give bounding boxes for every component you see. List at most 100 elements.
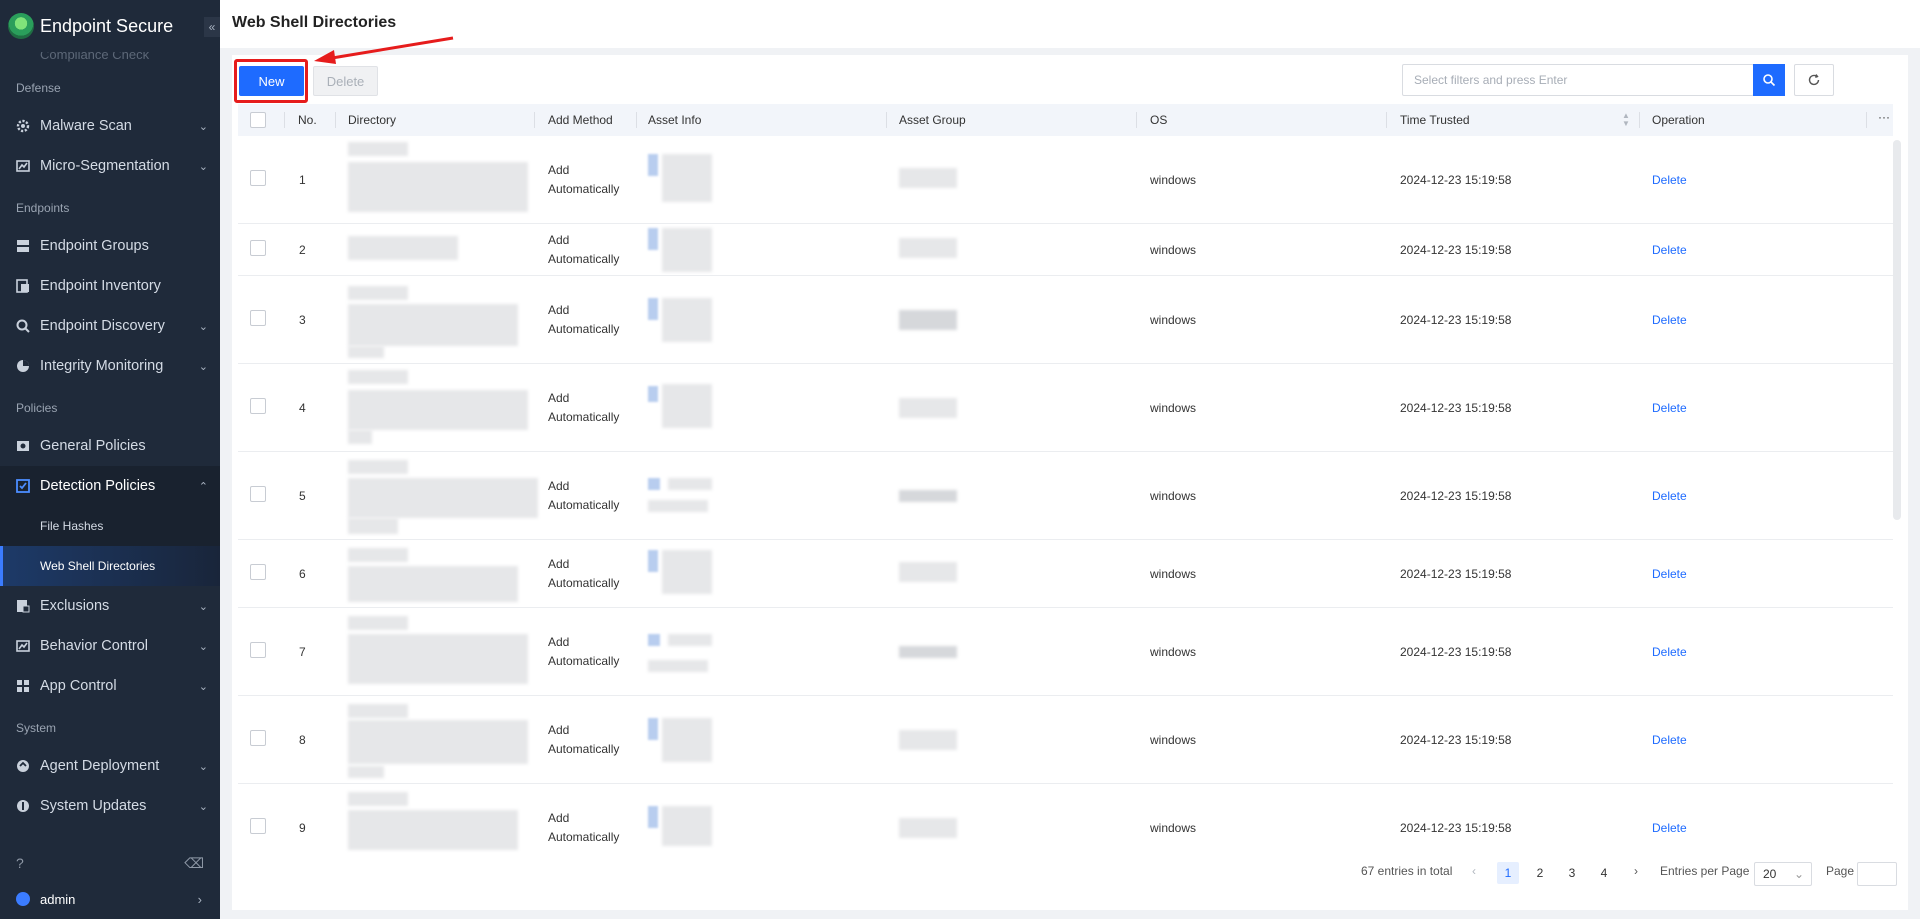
sort-icon[interactable]: ▲ ▼ [1622, 112, 1630, 128]
sidebar-item-app-control[interactable]: App Control ⌄ [0, 666, 220, 706]
sidebar-item-detection-policies[interactable]: Detection Policies ⌃ [0, 466, 220, 506]
page-4[interactable]: 4 [1593, 862, 1615, 884]
row-number: 5 [299, 489, 306, 503]
table-row: 2 Add Automatically windows 2024-12-23 1… [238, 224, 1893, 276]
refresh-icon [1808, 74, 1820, 86]
brand-logo-icon [8, 13, 34, 39]
sidebar: Endpoint Secure « Compliance Check Defen… [0, 0, 220, 919]
select-all-checkbox[interactable] [250, 112, 266, 128]
row-delete-link[interactable]: Delete [1652, 173, 1687, 187]
sidebar-item-compliance-check[interactable]: Compliance Check [0, 52, 220, 66]
row-number: 2 [299, 243, 306, 257]
row-checkbox[interactable] [250, 818, 266, 834]
new-button[interactable]: New [239, 66, 304, 96]
sidebar-item-label: Endpoint Groups [40, 238, 149, 254]
column-settings-icon[interactable]: ··· [1878, 110, 1890, 124]
chevron-down-icon: ⌄ [198, 361, 208, 373]
user-menu[interactable]: admin › [0, 879, 220, 919]
row-checkbox[interactable] [250, 564, 266, 580]
row-number: 9 [299, 821, 306, 835]
chevron-up-icon: ⌃ [198, 481, 208, 493]
app-icon [14, 677, 32, 695]
sidebar-item-endpoint-groups[interactable]: Endpoint Groups [0, 226, 220, 266]
group-label-system: System [16, 721, 57, 735]
chevron-down-icon: ⌄ [198, 601, 208, 613]
sidebar-subitem-web-shell-directories[interactable]: Web Shell Directories [0, 546, 220, 586]
annotation-arrow [314, 36, 454, 64]
row-checkbox[interactable] [250, 310, 266, 326]
sidebar-item-label: App Control [40, 678, 117, 694]
row-checkbox[interactable] [250, 730, 266, 746]
table-row: 8 Add Automatically windows 2024-12-23 1… [238, 696, 1893, 784]
sidebar-item-micro-segmentation[interactable]: Micro-Segmentation ⌄ [0, 146, 220, 186]
prev-page-button[interactable]: ‹ [1472, 864, 1476, 878]
table-row: 3 Add Automatically windows 2024-12-23 1… [238, 276, 1893, 364]
next-page-button[interactable]: › [1634, 864, 1638, 878]
sidebar-item-malware-scan[interactable]: Malware Scan ⌄ [0, 106, 220, 146]
table-scrollbar[interactable] [1893, 140, 1901, 520]
avatar [16, 892, 30, 906]
help-icon[interactable]: ? [16, 855, 24, 871]
sidebar-subitem-file-hashes[interactable]: File Hashes [0, 506, 220, 546]
row-delete-link[interactable]: Delete [1652, 243, 1687, 257]
page-2[interactable]: 2 [1529, 862, 1551, 884]
time-trusted: 2024-12-23 15:19:58 [1400, 243, 1512, 257]
row-delete-link[interactable]: Delete [1652, 401, 1687, 415]
segment-icon [14, 157, 32, 175]
brand: Endpoint Secure « [0, 0, 220, 52]
row-number: 3 [299, 313, 306, 327]
refresh-button[interactable] [1794, 64, 1834, 96]
column-header-time-trusted[interactable]: Time Trusted [1400, 113, 1470, 127]
row-checkbox[interactable] [250, 398, 266, 414]
search-button[interactable] [1753, 64, 1785, 96]
row-checkbox[interactable] [250, 240, 266, 256]
add-method: Add [548, 811, 570, 825]
page-1[interactable]: 1 [1497, 862, 1519, 884]
row-number: 7 [299, 645, 306, 659]
row-delete-link[interactable]: Delete [1652, 489, 1687, 503]
sidebar-item-endpoint-inventory[interactable]: Endpoint Inventory [0, 266, 220, 306]
sidebar-item-label: General Policies [40, 438, 146, 454]
row-checkbox[interactable] [250, 642, 266, 658]
column-header-asset-info: Asset Info [648, 113, 702, 127]
time-trusted: 2024-12-23 15:19:58 [1400, 821, 1512, 835]
row-checkbox[interactable] [250, 170, 266, 186]
delete-button[interactable]: Delete [313, 66, 378, 96]
add-method: Add [548, 233, 570, 247]
sidebar-item-integrity-monitoring[interactable]: Integrity Monitoring ⌄ [0, 346, 220, 386]
clear-icon[interactable]: ⌫ [184, 855, 204, 872]
row-number: 6 [299, 567, 306, 581]
sidebar-item-behavior-control[interactable]: Behavior Control ⌄ [0, 626, 220, 666]
search-input[interactable]: Select filters and press Enter [1402, 64, 1754, 96]
sidebar-item-label: Exclusions [40, 598, 110, 614]
sidebar-item-endpoint-discovery[interactable]: Endpoint Discovery ⌄ [0, 306, 220, 346]
row-delete-link[interactable]: Delete [1652, 313, 1687, 327]
os-value: windows [1150, 733, 1197, 747]
sidebar-item-system-updates[interactable]: System Updates ⌄ [0, 786, 220, 826]
column-separator [335, 112, 336, 128]
column-header-add-method: Add Method [548, 113, 613, 127]
row-delete-link[interactable]: Delete [1652, 821, 1687, 835]
per-page-select[interactable]: 20 ⌄ [1754, 862, 1812, 886]
policy-icon [14, 437, 32, 455]
add-method: Add [548, 635, 570, 649]
row-checkbox[interactable] [250, 486, 266, 502]
sidebar-item-exclusions[interactable]: Exclusions ⌄ [0, 586, 220, 626]
page-3[interactable]: 3 [1561, 862, 1583, 884]
update-icon [14, 797, 32, 815]
row-delete-link[interactable]: Delete [1652, 645, 1687, 659]
row-delete-link[interactable]: Delete [1652, 567, 1687, 581]
sidebar-item-agent-deployment[interactable]: Agent Deployment ⌄ [0, 746, 220, 786]
page-jump-input[interactable] [1857, 862, 1897, 886]
row-delete-link[interactable]: Delete [1652, 733, 1687, 747]
groups-icon [14, 237, 32, 255]
chevron-down-icon: ⌄ [198, 161, 208, 173]
column-separator [1639, 112, 1640, 128]
table-row: 6 Add Automatically windows 2024-12-23 1… [238, 540, 1893, 608]
chevron-down-icon: ⌄ [198, 801, 208, 813]
sidebar-item-general-policies[interactable]: General Policies [0, 426, 220, 466]
add-method: Automatically [548, 182, 620, 196]
add-method: Automatically [548, 742, 620, 756]
collapse-sidebar-button[interactable]: « [204, 17, 220, 37]
brand-name: Endpoint Secure [40, 15, 174, 36]
